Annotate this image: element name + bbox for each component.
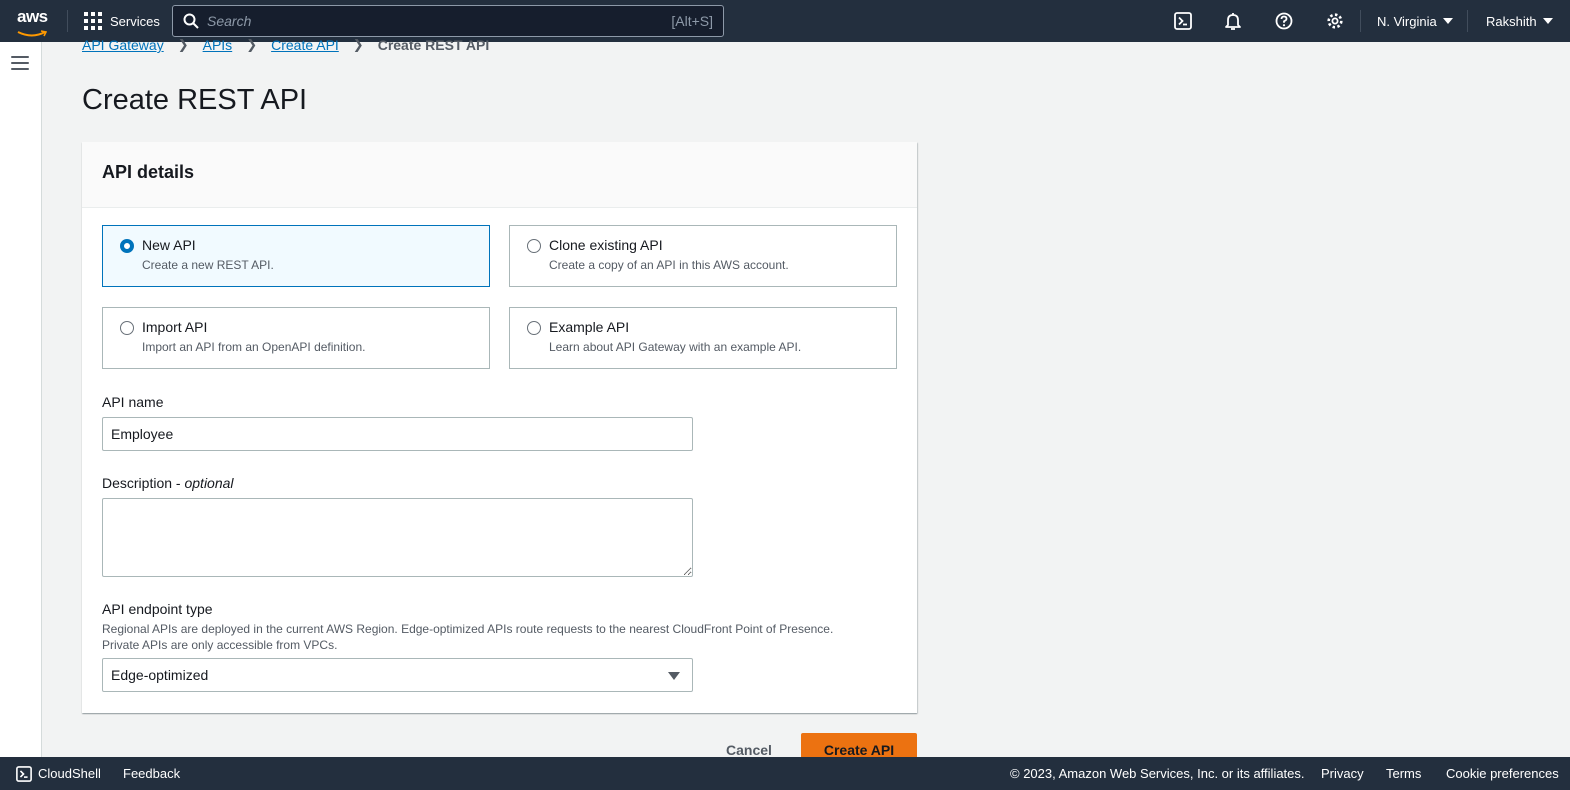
description-textarea[interactable] xyxy=(102,498,693,577)
breadcrumb: API Gateway ❯ APIs ❯ Create API ❯ Create… xyxy=(82,37,489,53)
privacy-link[interactable]: Privacy xyxy=(1321,757,1364,790)
description-separator: - xyxy=(172,475,185,491)
option-import-api[interactable]: Import API Import an API from an OpenAPI… xyxy=(102,307,490,369)
user-menu[interactable]: Rakshith xyxy=(1486,0,1553,42)
region-selector[interactable]: N. Virginia xyxy=(1377,0,1453,42)
radio-icon[interactable] xyxy=(527,321,541,335)
option-label: Example API xyxy=(549,319,630,335)
chevron-right-icon: ❯ xyxy=(352,37,364,52)
api-details-panel: API details New API Create a new REST AP… xyxy=(82,142,917,713)
breadcrumb-create-api[interactable]: Create API xyxy=(271,37,339,53)
search-input[interactable] xyxy=(207,13,647,29)
option-label: New API xyxy=(142,237,196,253)
notifications-bell-icon[interactable] xyxy=(1222,10,1244,32)
option-new-api[interactable]: New API Create a new REST API. xyxy=(102,225,490,287)
settings-gear-icon[interactable] xyxy=(1324,10,1346,32)
panel-title: API details xyxy=(102,162,195,182)
caret-down-icon xyxy=(668,672,680,680)
aws-logo-text: aws xyxy=(17,7,48,26)
radio-icon[interactable] xyxy=(527,239,541,253)
feedback-link[interactable]: Feedback xyxy=(123,757,180,790)
panel-header: API details xyxy=(82,142,917,208)
endpoint-type-value: Edge-optimized xyxy=(111,667,209,683)
search-box[interactable]: [Alt+S] xyxy=(172,5,724,37)
side-navigation-rail xyxy=(0,42,42,757)
top-navigation: aws Services [Alt+S] N. Virginia Rakshit… xyxy=(0,0,1570,42)
cloudshell-footer-button[interactable]: CloudShell xyxy=(16,757,101,790)
region-label: N. Virginia xyxy=(1377,13,1437,29)
option-description: Create a new REST API. xyxy=(142,258,274,272)
breadcrumb-current: Create REST API xyxy=(377,37,490,53)
radio-icon[interactable] xyxy=(120,321,134,335)
option-label: Import API xyxy=(142,319,208,335)
breadcrumb-apis[interactable]: APIs xyxy=(203,37,233,53)
breadcrumb-api-gateway[interactable]: API Gateway xyxy=(82,37,164,53)
optional-tag: optional xyxy=(184,475,234,491)
nav-divider xyxy=(67,10,68,32)
help-icon[interactable] xyxy=(1273,10,1295,32)
cloudshell-label: CloudShell xyxy=(38,766,101,781)
search-shortcut: [Alt+S] xyxy=(671,13,713,29)
chevron-right-icon: ❯ xyxy=(246,37,258,52)
api-name-input[interactable] xyxy=(102,417,693,451)
user-label: Rakshith xyxy=(1486,13,1537,29)
services-menu-button[interactable]: Services xyxy=(84,0,160,42)
description-label-text: Description xyxy=(102,475,173,491)
endpoint-hint-line-2: Private APIs are only accessible from VP… xyxy=(102,638,338,652)
chevron-right-icon: ❯ xyxy=(177,37,189,52)
menu-hamburger-icon[interactable] xyxy=(11,56,29,72)
caret-down-icon xyxy=(1442,18,1453,24)
endpoint-hint-line-1: Regional APIs are deployed in the curren… xyxy=(102,622,834,636)
cloudshell-icon[interactable] xyxy=(1172,10,1194,32)
api-name-label: API name xyxy=(102,394,164,410)
option-description: Import an API from an OpenAPI definition… xyxy=(142,340,366,354)
endpoint-type-hint: Regional APIs are deployed in the curren… xyxy=(102,621,882,653)
services-label: Services xyxy=(110,13,160,29)
option-example-api[interactable]: Example API Learn about API Gateway with… xyxy=(509,307,897,369)
footer: CloudShell Feedback © 2023, Amazon Web S… xyxy=(0,757,1570,790)
cookie-preferences-link[interactable]: Cookie preferences xyxy=(1446,757,1559,790)
cloudshell-icon xyxy=(16,765,32,782)
nav-divider xyxy=(1360,10,1361,32)
page-title: Create REST API xyxy=(82,84,308,116)
option-label: Clone existing API xyxy=(549,237,663,253)
option-description: Learn about API Gateway with an example … xyxy=(549,340,802,354)
description-label: Description - optional xyxy=(102,475,234,491)
copyright-text: © 2023, Amazon Web Services, Inc. or its… xyxy=(1010,766,1305,781)
caret-down-icon xyxy=(1542,18,1553,24)
grid-icon xyxy=(84,12,102,30)
aws-smile-icon xyxy=(17,30,48,37)
search-icon xyxy=(183,13,199,29)
terms-link[interactable]: Terms xyxy=(1386,757,1421,790)
radio-selected-icon[interactable] xyxy=(120,239,134,253)
option-description: Create a copy of an API in this AWS acco… xyxy=(549,258,789,272)
option-clone-existing-api[interactable]: Clone existing API Create a copy of an A… xyxy=(509,225,897,287)
endpoint-type-select[interactable]: Edge-optimized xyxy=(102,658,693,692)
nav-divider xyxy=(1467,10,1468,32)
endpoint-type-label: API endpoint type xyxy=(102,601,213,617)
aws-logo[interactable]: aws xyxy=(17,7,51,37)
